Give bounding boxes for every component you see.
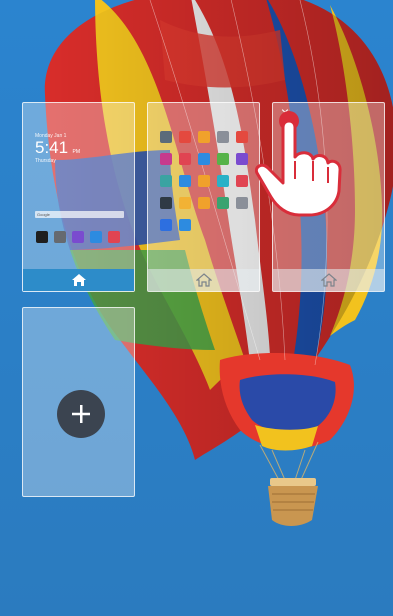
app-icon [198, 153, 210, 165]
app-icon [217, 197, 229, 209]
home-screen-editor: Monday Jan 1 5:41 PM Thursday Google × [0, 0, 393, 616]
add-page-card[interactable] [22, 307, 135, 497]
app-icon [160, 219, 172, 231]
dock-app-icon [72, 231, 84, 243]
dock-app-icon [90, 231, 102, 243]
app-icon [179, 153, 191, 165]
home-page-card-2[interactable] [147, 102, 260, 292]
app-icon [160, 175, 172, 187]
home-icon [320, 273, 337, 287]
app-icon [236, 197, 248, 209]
dock-apps [36, 231, 120, 243]
app-icon [198, 197, 210, 209]
app-icon [217, 175, 229, 187]
home-icon [195, 273, 212, 287]
app-icon [198, 131, 210, 143]
app-icon [160, 153, 172, 165]
dock-app-icon [54, 231, 66, 243]
search-widget: Google [35, 211, 124, 218]
set-default-home-button[interactable] [23, 269, 134, 291]
app-icon [179, 219, 191, 231]
app-icon [179, 131, 191, 143]
app-icon [160, 131, 172, 143]
app-icon [236, 175, 248, 187]
home-icon [71, 274, 86, 286]
app-icon [160, 197, 172, 209]
pointing-hand-icon [255, 111, 342, 217]
clock-widget: Monday Jan 1 5:41 PM Thursday [35, 133, 80, 164]
plus-icon [72, 405, 90, 423]
set-default-home-button[interactable] [273, 269, 384, 291]
dock-app-icon [36, 231, 48, 243]
clock-time: 5:41 [35, 138, 69, 157]
set-default-home-button[interactable] [148, 269, 259, 291]
add-page-button[interactable] [57, 390, 105, 438]
app-icon-grid [160, 131, 248, 231]
app-icon [198, 175, 210, 187]
clock-date: Thursday [35, 158, 56, 164]
app-icon [217, 131, 229, 143]
app-icon [236, 131, 248, 143]
search-placeholder: Google [37, 212, 50, 217]
app-icon [236, 153, 248, 165]
clock-ampm: PM [72, 149, 81, 155]
app-icon [217, 153, 229, 165]
dock-app-icon [108, 231, 120, 243]
app-icon [179, 197, 191, 209]
app-icon [179, 175, 191, 187]
home-page-card-1[interactable]: Monday Jan 1 5:41 PM Thursday Google [22, 102, 135, 292]
clock-date-top: Monday Jan 1 [35, 133, 67, 139]
